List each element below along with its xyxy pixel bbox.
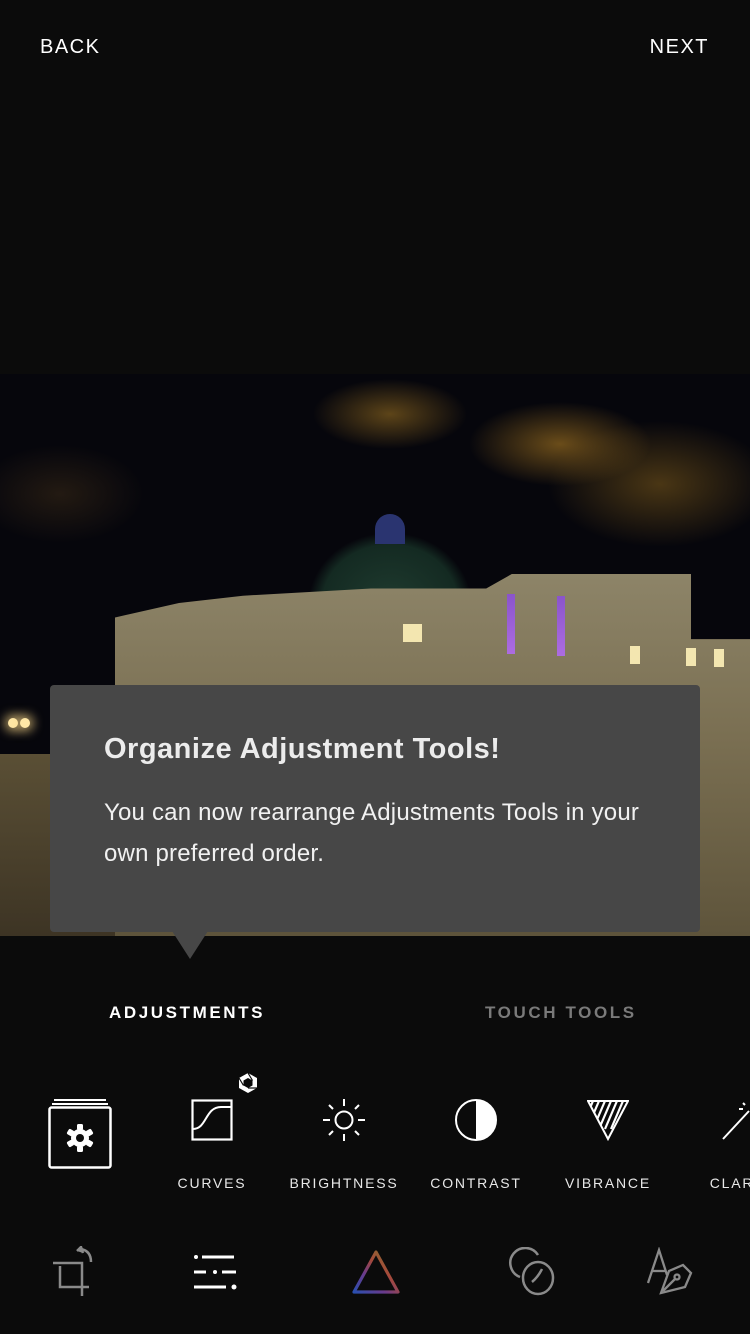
photo-purple-light [507, 594, 515, 654]
tool-curves[interactable]: CURVES [152, 1070, 272, 1200]
tool-contrast[interactable]: CONTRAST [416, 1070, 536, 1200]
adjustment-tools-row: CURVES BRIGHTNESS CONTRAST VIBRANCE CLAR [0, 1070, 750, 1200]
bottom-nav [0, 1240, 750, 1310]
striped-triangle-icon [548, 1090, 668, 1150]
back-button[interactable]: BACK [40, 36, 100, 59]
photo-window [714, 649, 724, 667]
tooltip-body: You can now rearrange Adjustments Tools … [104, 799, 640, 867]
tool-label: VIBRANCE [565, 1175, 651, 1191]
sliders-icon [194, 1255, 237, 1290]
crop-rotate-icon [53, 1246, 93, 1296]
photo-dome-top [375, 514, 405, 544]
nav-text-draw[interactable] [642, 1240, 702, 1304]
photo-window [412, 624, 422, 642]
nav-overlays[interactable] [503, 1240, 563, 1304]
curves-icon [152, 1090, 272, 1150]
nav-filters[interactable] [346, 1240, 406, 1304]
photo-purple-light [557, 596, 565, 656]
photo-window [630, 646, 640, 664]
prism-triangle-icon [352, 1250, 400, 1294]
overlay-circles-icon [509, 1247, 555, 1296]
tool-vibrance[interactable]: VIBRANCE [548, 1070, 668, 1200]
photo-street-lamp [20, 718, 30, 728]
top-bar: BACK NEXT [0, 0, 750, 100]
nav-adjustments[interactable] [185, 1240, 245, 1304]
half-circle-icon [416, 1090, 536, 1150]
tool-label: CONTRAST [430, 1175, 522, 1191]
next-button[interactable]: NEXT [650, 36, 709, 59]
magic-wand-icon [680, 1090, 750, 1150]
photo-window [686, 648, 696, 666]
tool-label: BRIGHTNESS [289, 1175, 399, 1191]
organize-tools-tooltip[interactable]: Organize Adjustment Tools! You can now r… [50, 685, 700, 932]
tool-label: CURVES [177, 1175, 247, 1191]
nav-crop-rotate[interactable] [45, 1240, 105, 1304]
sun-icon [284, 1090, 404, 1150]
tool-tabs: ADJUSTMENTS TOUCH TOOLS [0, 1003, 750, 1027]
tool-clarity[interactable]: CLAR [680, 1070, 750, 1200]
tooltip-title: Organize Adjustment Tools! [104, 733, 501, 765]
photo-street-lamp [8, 718, 18, 728]
text-pen-icon [646, 1247, 693, 1295]
tool-brightness[interactable]: BRIGHTNESS [284, 1070, 404, 1200]
tool-label: CLAR [709, 1175, 750, 1191]
tooltip-pointer [172, 931, 208, 959]
tab-touch-tools[interactable]: TOUCH TOOLS [485, 1003, 637, 1023]
tab-adjustments[interactable]: ADJUSTMENTS [109, 1003, 265, 1023]
